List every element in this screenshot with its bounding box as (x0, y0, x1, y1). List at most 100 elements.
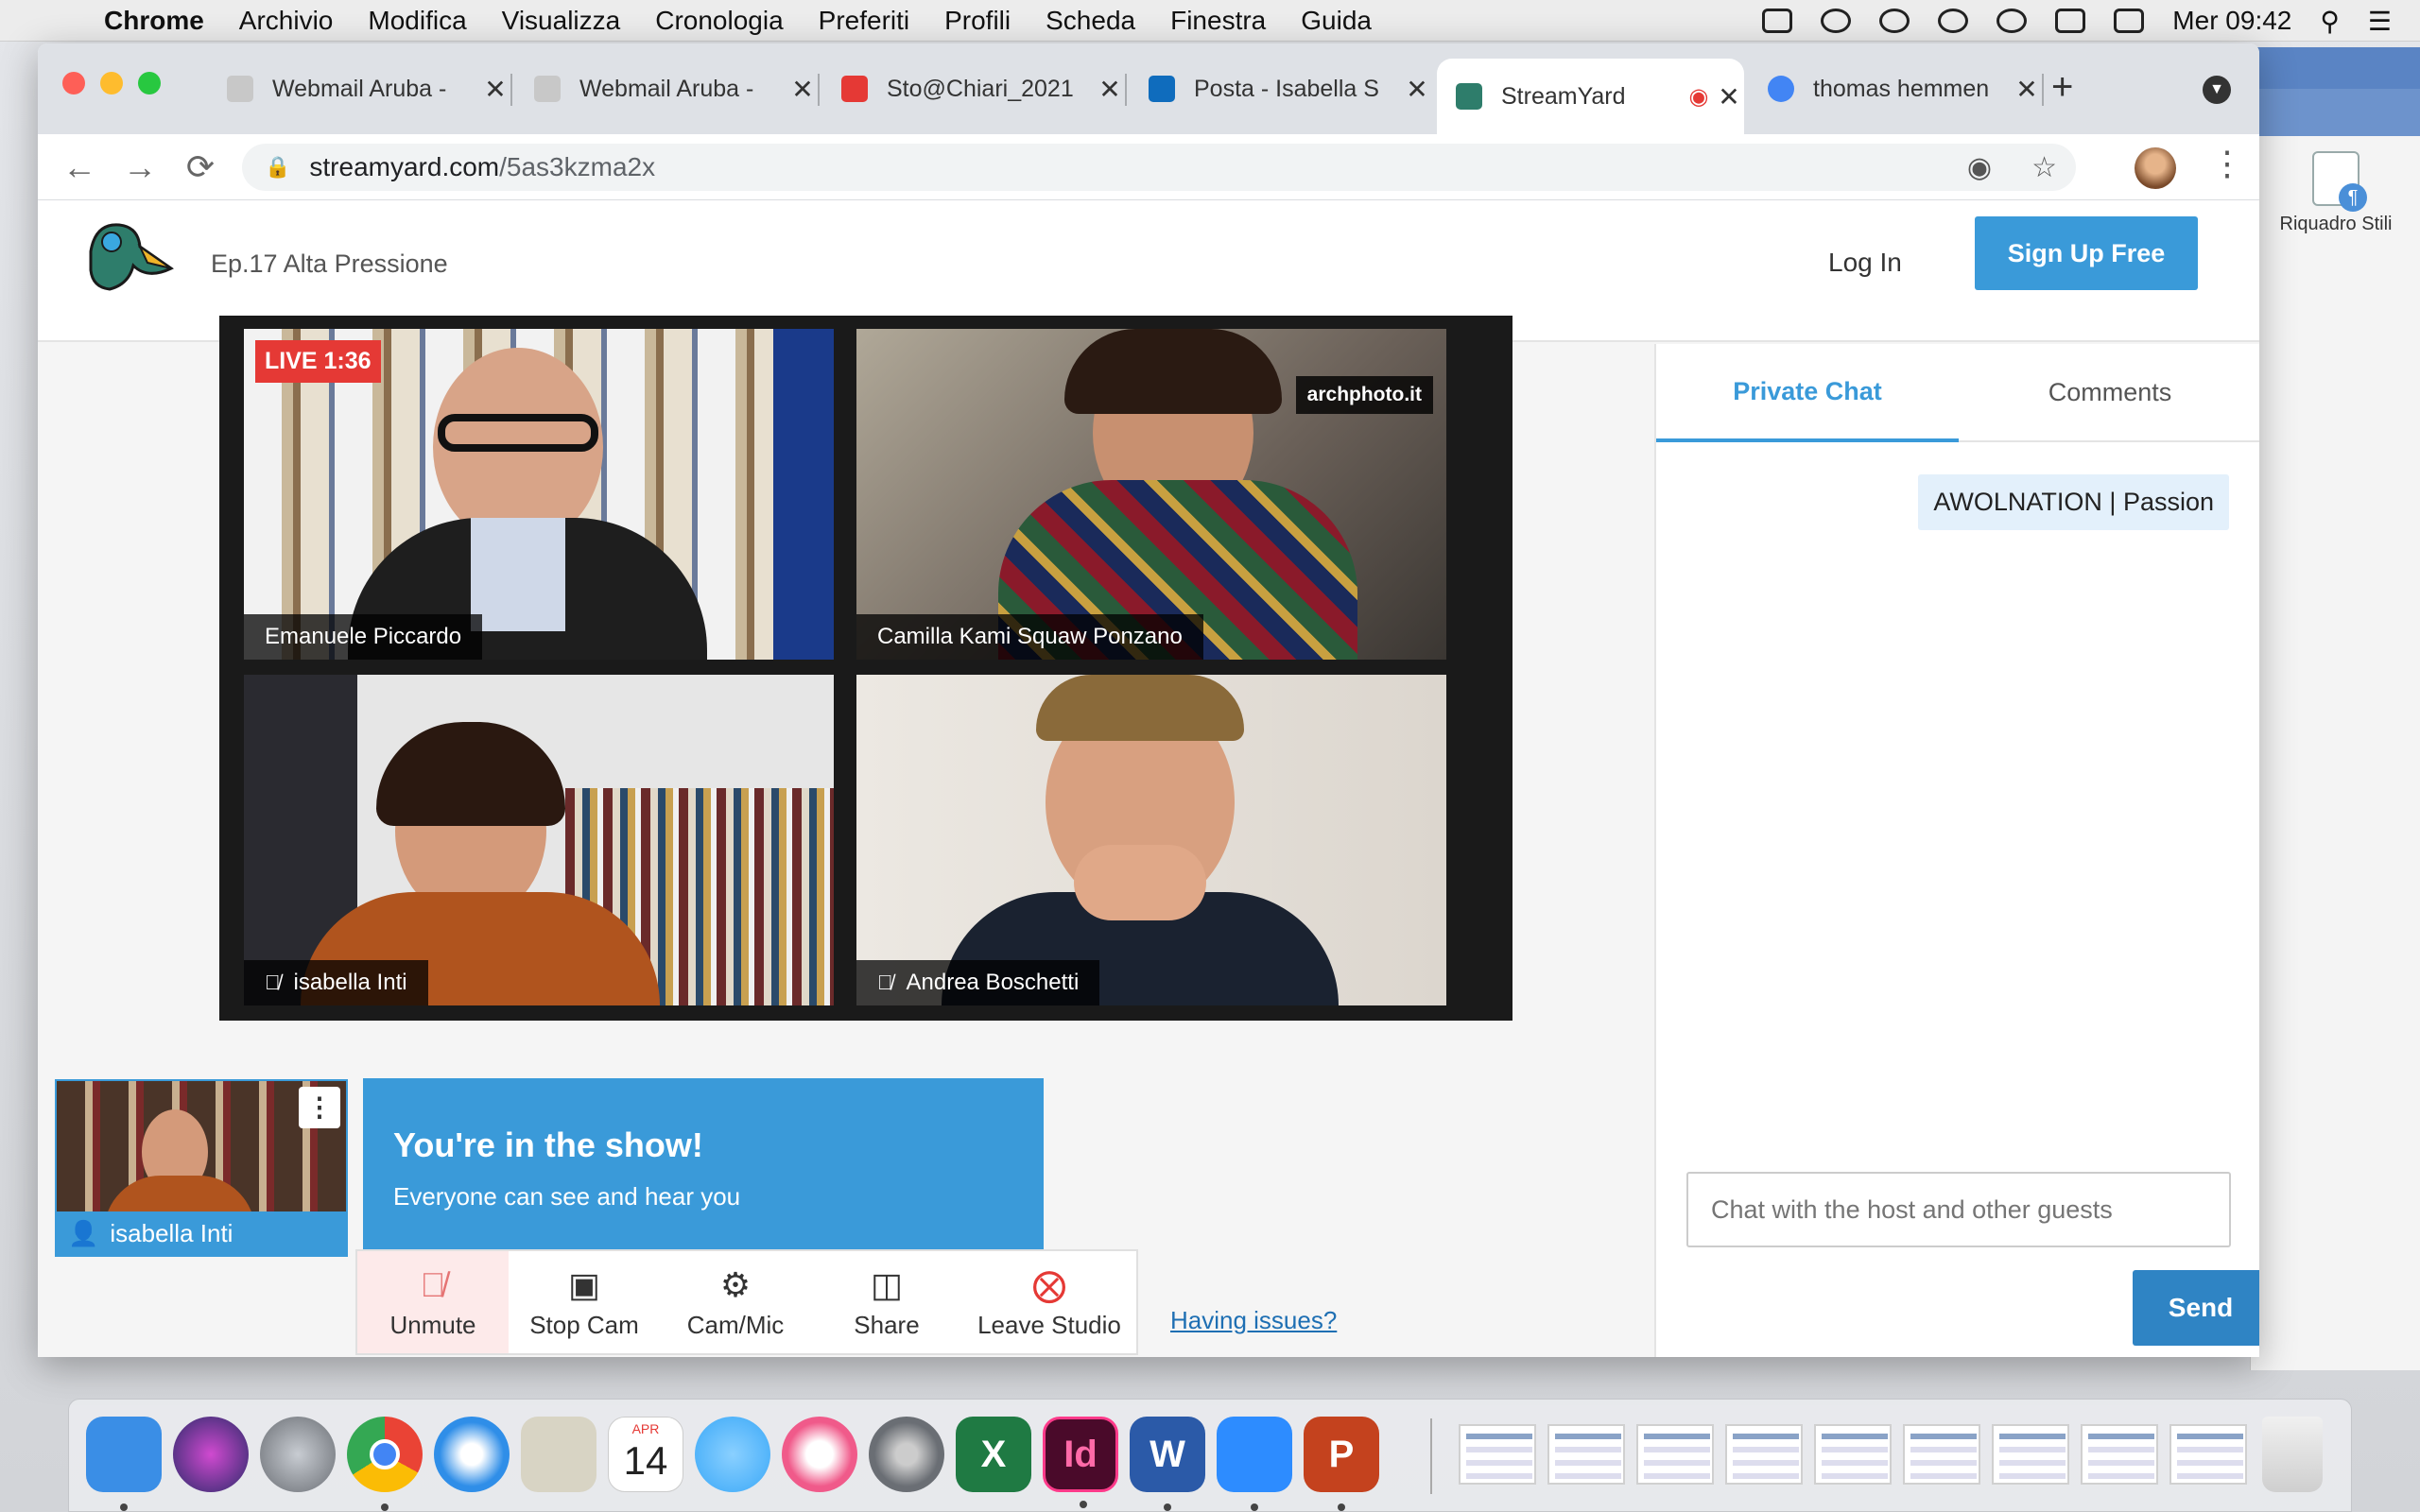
cam-mic-settings-button[interactable]: ⚙ Cam/Mic (660, 1251, 811, 1353)
menu-bar: Chrome Archivio Modifica Visualizza Cron… (0, 0, 2420, 42)
music-icon[interactable] (782, 1417, 857, 1492)
menu-guida[interactable]: Guida (1301, 6, 1372, 36)
wifi-icon[interactable] (1996, 9, 2028, 33)
paragraph-styles-tool[interactable]: Riquadro Stili (2279, 151, 2393, 235)
chrome-menu-icon[interactable]: ⋮ (2210, 144, 2244, 183)
notification-center-icon[interactable]: ☰ (2368, 6, 2392, 37)
minimized-window-thumbnail[interactable] (1992, 1424, 2069, 1485)
stop-cam-button[interactable]: ▣ Stop Cam (509, 1251, 660, 1353)
studio-controls: 🎙̸ Unmute ▣ Stop Cam ⚙ Cam/Mic ◫ Share ⨂… (355, 1249, 1138, 1355)
minimized-window-thumbnail[interactable] (1725, 1424, 1803, 1485)
safari-icon[interactable] (434, 1417, 510, 1492)
banner-title: You're in the show! (393, 1125, 703, 1164)
creative-cloud-icon[interactable] (1821, 9, 1852, 33)
login-link[interactable]: Log In (1828, 248, 1902, 278)
menu-finestra[interactable]: Finestra (1170, 6, 1266, 36)
close-tab-icon[interactable]: ✕ (480, 74, 510, 105)
address-bar[interactable]: 🔒 streamyard.com/5as3kzma2x ◉ ☆ (242, 144, 2076, 191)
streamyard-favicon-icon (1456, 83, 1482, 110)
profile-avatar[interactable] (2135, 147, 2176, 189)
time-machine-icon[interactable] (1938, 9, 1969, 33)
airplay-icon[interactable] (2055, 9, 2086, 33)
forward-button[interactable]: → (119, 147, 161, 187)
minimized-window-thumbnail[interactable] (2169, 1424, 2247, 1485)
send-button[interactable]: Send (2133, 1270, 2259, 1346)
tab-streamyard[interactable]: StreamYard ◉ ✕ (1437, 59, 1744, 134)
menu-cronologia[interactable]: Cronologia (655, 6, 783, 36)
excel-icon[interactable]: X (956, 1417, 1031, 1492)
menu-preferiti[interactable]: Preferiti (819, 6, 909, 36)
close-tab-icon[interactable]: ✕ (1095, 74, 1125, 105)
calendar-icon[interactable]: APR 14 (608, 1417, 683, 1492)
clock[interactable]: Mer 09:42 (2172, 6, 2291, 36)
zoom-icon[interactable] (1217, 1417, 1292, 1511)
finder-icon[interactable] (86, 1417, 162, 1511)
new-tab-button[interactable]: + (2051, 66, 2073, 109)
participant-name: 🎙̸ Andrea Boschetti (856, 960, 1100, 1005)
menu-modifica[interactable]: Modifica (368, 6, 466, 36)
tab-comments[interactable]: Comments (1959, 344, 2259, 442)
trash-icon[interactable] (2262, 1417, 2323, 1492)
close-tab-icon[interactable]: ✕ (2012, 74, 2042, 105)
reload-button[interactable]: ⟳ (180, 147, 221, 187)
participant-name: 🎙̸ isabella Inti (244, 960, 428, 1005)
zoom-window-button[interactable] (138, 72, 161, 94)
minimized-window-thumbnail[interactable] (1814, 1424, 1892, 1485)
spotlight-icon[interactable]: ⚲ (2320, 6, 2340, 37)
powerpoint-icon[interactable]: P (1304, 1417, 1379, 1511)
tab-google-search[interactable]: thomas hemmen ✕ (1749, 66, 2044, 112)
minimized-window-thumbnail[interactable] (1547, 1424, 1625, 1485)
tab-search-button[interactable]: ▼ (2203, 76, 2231, 104)
signup-button[interactable]: Sign Up Free (1975, 216, 2198, 290)
minimized-window-thumbnail[interactable] (1903, 1424, 1980, 1485)
system-preferences-icon[interactable] (869, 1417, 944, 1492)
camera-status-icon[interactable] (1762, 9, 1793, 33)
menu-app[interactable]: Chrome (104, 6, 204, 36)
self-view[interactable]: ⋮ 👤 isabella Inti (55, 1079, 348, 1257)
close-tab-icon[interactable]: ✕ (1714, 81, 1744, 112)
close-window-button[interactable] (62, 72, 85, 94)
streamyard-logo[interactable] (81, 214, 176, 299)
launchpad-icon[interactable] (260, 1417, 336, 1492)
siri-icon[interactable] (173, 1417, 249, 1492)
close-tab-icon[interactable]: ✕ (787, 74, 818, 105)
lock-icon[interactable]: 🔒 (265, 155, 290, 180)
chrome-icon[interactable] (347, 1417, 423, 1511)
bookmark-star-icon[interactable]: ☆ (2031, 151, 2057, 184)
minimize-window-button[interactable] (100, 72, 123, 94)
webmail-favicon-icon (227, 76, 253, 102)
dropbox-icon[interactable] (1879, 9, 1910, 33)
minimized-window-thumbnail[interactable] (1459, 1424, 1536, 1485)
screen-share-icon: ◫ (870, 1264, 903, 1304)
episode-title: Ep.17 Alta Pressione (211, 249, 448, 278)
tab-stochiari[interactable]: Sto@Chiari_2021 ✕ (822, 66, 1127, 112)
tab-webmail-1[interactable]: Webmail Aruba - ✕ (208, 66, 512, 112)
messages-icon[interactable] (695, 1417, 770, 1492)
menu-archivio[interactable]: Archivio (239, 6, 334, 36)
leave-studio-button[interactable]: ⨂ Leave Studio (962, 1251, 1136, 1353)
back-button[interactable]: ← (59, 147, 100, 187)
share-button[interactable]: ◫ Share (811, 1251, 962, 1353)
background-app-window: Riquadro Stili (2250, 47, 2420, 1370)
chat-input[interactable] (1686, 1172, 2231, 1247)
indesign-icon[interactable]: Id (1043, 1417, 1118, 1508)
participant-tile: archphoto.it Camilla Kami Squaw Ponzano (856, 329, 1446, 660)
minimized-window-thumbnail[interactable] (1636, 1424, 1714, 1485)
tab-outlook[interactable]: Posta - Isabella S ✕ (1130, 66, 1432, 112)
participant-name: Emanuele Piccardo (244, 614, 483, 660)
tab-webmail-2[interactable]: Webmail Aruba - ✕ (515, 66, 820, 112)
broadcast-stage: LIVE 1:36 Emanuele Piccardo archphoto.it… (219, 316, 1512, 1021)
battery-icon[interactable] (2114, 9, 2145, 33)
tab-private-chat[interactable]: Private Chat (1656, 344, 1959, 442)
preview-icon[interactable] (521, 1417, 596, 1492)
menu-scheda[interactable]: Scheda (1046, 6, 1135, 36)
camera-in-use-icon[interactable]: ◉ (1967, 151, 1992, 184)
self-view-menu-icon[interactable]: ⋮ (299, 1087, 340, 1128)
menu-visualizza[interactable]: Visualizza (502, 6, 621, 36)
word-icon[interactable]: W (1130, 1417, 1205, 1511)
having-issues-link[interactable]: Having issues? (1170, 1306, 1337, 1335)
close-tab-icon[interactable]: ✕ (1402, 74, 1432, 105)
minimized-window-thumbnail[interactable] (2081, 1424, 2158, 1485)
menu-profili[interactable]: Profili (944, 6, 1011, 36)
unmute-button[interactable]: 🎙̸ Unmute (357, 1251, 509, 1353)
